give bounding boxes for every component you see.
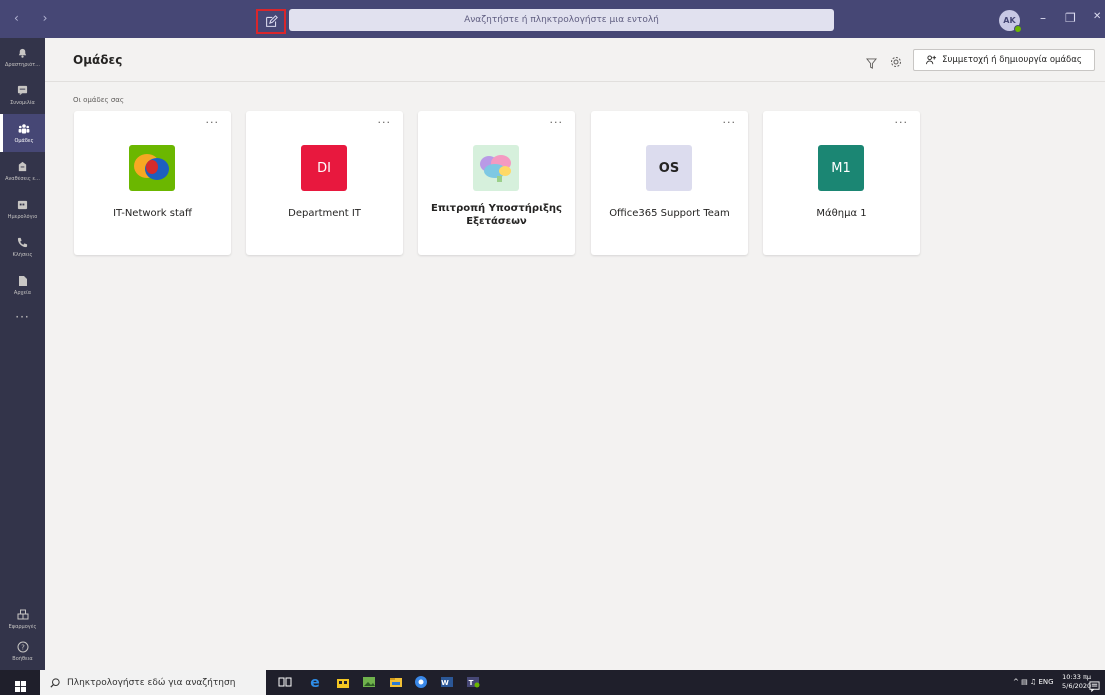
clock-time: 10:33 πμ	[1062, 673, 1092, 681]
taskbar-clock[interactable]: 10:33 πμ 5/6/2020	[1062, 673, 1091, 691]
team-logo	[473, 145, 519, 191]
rail-item-teams[interactable]: Ομάδες	[0, 114, 45, 152]
team-name: Office365 Support Team	[609, 208, 730, 219]
file-explorer-icon[interactable]	[389, 675, 403, 689]
more-options-button[interactable]: ···	[378, 116, 392, 129]
teams-icon	[18, 123, 30, 135]
store-icon[interactable]	[336, 675, 350, 689]
rail-item-chat[interactable]: Συνομιλία	[0, 76, 45, 114]
team-logo: M1	[818, 145, 864, 191]
rail-item-label: Αναθέσεις ε...	[5, 175, 40, 182]
team-logo-initials: OS	[658, 160, 680, 176]
minimize-button[interactable]: –	[1040, 11, 1046, 25]
rail-item-label: Ημερολόγιο	[7, 213, 38, 220]
team-card[interactable]: ··· IT-Network staff	[74, 111, 231, 255]
page-title: Ομάδες	[73, 53, 123, 67]
taskbar-search-placeholder: Πληκτρολογήστε εδώ για αναζήτηση	[67, 677, 236, 688]
new-chat-button[interactable]	[256, 9, 286, 34]
team-card[interactable]: ··· M1 Μάθημα 1	[763, 111, 920, 255]
more-apps-button[interactable]: ···	[0, 310, 45, 324]
title-bar: ‹ › Αναζητήστε ή πληκτρολογήστε μια εντο…	[0, 0, 1105, 38]
team-logo: OS	[646, 145, 692, 191]
gear-icon[interactable]	[890, 53, 902, 72]
more-options-button[interactable]: ···	[550, 116, 564, 129]
rail-item-files[interactable]: Αρχεία	[0, 266, 45, 304]
team-card[interactable]: ··· OS Office365 Support Team	[591, 111, 748, 255]
rail-item-calls[interactable]: Κλήσεις	[0, 228, 45, 266]
rail-item-label: Εφαρμογές	[8, 623, 37, 630]
filter-icon[interactable]	[865, 54, 878, 73]
add-team-icon	[926, 55, 937, 65]
rail-item-activity[interactable]: Δραστηριότ...	[0, 38, 45, 76]
team-logo-initials: M1	[831, 160, 851, 176]
chevron-up-icon: ^	[1013, 678, 1019, 686]
chat-bubbles-icon	[134, 154, 169, 180]
language-indicator: ENG	[1038, 678, 1054, 686]
rail-item-label: Κλήσεις	[12, 251, 33, 258]
bell-icon	[17, 47, 29, 59]
search-input[interactable]: Αναζητήστε ή πληκτρολογήστε μια εντολή	[289, 9, 834, 31]
compose-icon	[265, 15, 278, 27]
apps-icon	[17, 609, 29, 621]
rail-item-label: Ομάδες	[14, 137, 34, 144]
rail-item-assignments[interactable]: Αναθέσεις ε...	[0, 152, 45, 190]
team-logo: DI	[301, 145, 347, 191]
volume-icon: ♫	[1029, 678, 1037, 686]
team-name: IT-Network staff	[113, 208, 192, 219]
network-icon: ▤	[1021, 678, 1028, 686]
join-button-label: Συμμετοχή ή δημιουργία ομάδας	[942, 55, 1082, 65]
join-or-create-team-button[interactable]: Συμμετοχή ή δημιουργία ομάδας	[913, 49, 1095, 71]
close-button[interactable]: ✕	[1093, 11, 1101, 22]
rail-item-help[interactable]: ? Βοήθεια	[0, 632, 45, 670]
presence-badge	[1014, 25, 1022, 33]
taskbar-search-input[interactable]: Πληκτρολογήστε εδώ για αναζήτηση	[40, 670, 266, 695]
help-icon: ?	[17, 641, 29, 653]
search-icon	[50, 677, 60, 688]
rail-item-calendar[interactable]: Ημερολόγιο	[0, 190, 45, 228]
svg-text:?: ?	[21, 643, 25, 651]
team-logo	[129, 145, 175, 191]
chat-icon	[17, 85, 29, 97]
task-view-icon[interactable]	[278, 675, 292, 689]
team-name: Department IT	[288, 208, 361, 219]
rail-item-label: Βοήθεια	[12, 655, 33, 662]
clock-date: 5/6/2020	[1062, 682, 1092, 690]
windows-logo-icon	[15, 681, 26, 692]
team-logo-initials: DI	[317, 160, 331, 176]
brain-icon	[480, 155, 511, 182]
more-options-button[interactable]: ···	[206, 116, 220, 129]
team-card[interactable]: ··· DI Department IT	[246, 111, 403, 255]
more-options-button[interactable]: ···	[895, 116, 909, 129]
rail-item-label: Συνομιλία	[10, 99, 35, 106]
teams-app-icon[interactable]: T	[466, 675, 480, 689]
svg-text:T: T	[469, 679, 474, 687]
system-tray[interactable]: ^ ▤ ♫ ENG	[1013, 678, 1054, 686]
more-options-button[interactable]: ···	[723, 116, 737, 129]
section-label: Οι ομάδες σας	[73, 96, 125, 104]
app-bar: Δραστηριότ... Συνομιλία Ομάδες Αναθέσεις…	[0, 38, 45, 670]
notification-icon[interactable]	[1089, 677, 1100, 695]
windows-start-button[interactable]	[15, 677, 26, 695]
edge-browser-icon[interactable]: e	[308, 675, 322, 689]
back-forward-buttons[interactable]: ‹ ›	[14, 11, 57, 25]
maximize-button[interactable]: ❐	[1065, 11, 1076, 25]
avatar[interactable]: AK	[999, 10, 1022, 33]
svg-text:W: W	[441, 679, 449, 687]
rail-item-label: Δραστηριότ...	[5, 61, 40, 68]
word-icon[interactable]: W	[440, 675, 454, 689]
file-icon	[17, 275, 29, 287]
windows-taskbar: Πληκτρολογήστε εδώ για αναζήτηση e W T ^…	[0, 670, 1105, 695]
svg-text:e: e	[310, 675, 320, 689]
assignments-icon	[17, 161, 29, 173]
team-card[interactable]: ··· Επιτροπή Υποστήριξης Εξετάσεων	[418, 111, 575, 255]
photos-icon[interactable]	[362, 675, 376, 689]
page-header: Ομάδες Συμμετοχή ή δημιουργία ομάδας	[45, 38, 1105, 82]
rail-item-label: Αρχεία	[13, 289, 32, 296]
team-name: Μάθημα 1	[816, 208, 867, 219]
avatar-initials: AK	[1003, 16, 1016, 25]
calendar-icon	[17, 199, 29, 211]
team-name: Επιτροπή Υποστήριξης Εξετάσεων	[431, 203, 562, 227]
phone-icon	[17, 237, 29, 249]
browser-icon[interactable]	[414, 675, 428, 689]
